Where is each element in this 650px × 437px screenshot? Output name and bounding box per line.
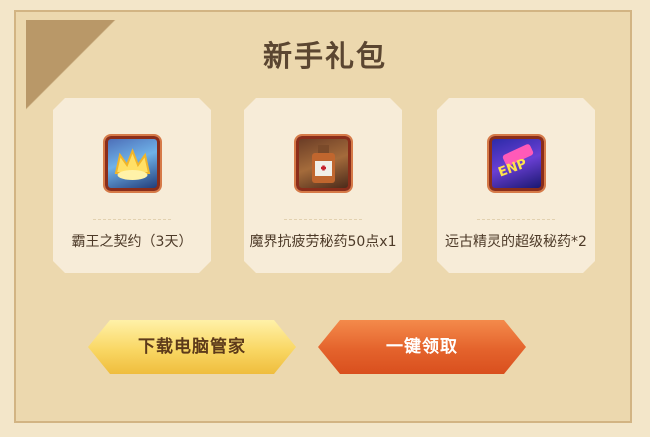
crown-icon-graphic [108,139,157,188]
card-divider [477,219,555,220]
claim-all-button[interactable]: 一键领取 [318,320,526,374]
elixir-icon: ENP [489,136,544,191]
card-divider [93,219,171,220]
reward-label: 远古精灵的超级秘药*2 [445,234,587,250]
crown-icon [105,136,160,191]
reward-card-2: 魔界抗疲劳秘药50点x1 [244,98,402,273]
reward-card-1: 霸王之契约（3天） [53,98,211,273]
potion-bottle-icon [296,136,351,191]
potion-bottle-graphic [299,139,348,188]
card-divider [284,219,362,220]
reward-card-3: ENP 远古精灵的超级秘药*2 [437,98,595,273]
download-pc-manager-button[interactable]: 下载电脑管家 [88,320,296,374]
reward-label: 魔界抗疲劳秘药50点x1 [249,234,397,250]
page-title: 新手礼包 [262,39,387,73]
reward-label: 霸王之契约（3天） [71,234,193,250]
